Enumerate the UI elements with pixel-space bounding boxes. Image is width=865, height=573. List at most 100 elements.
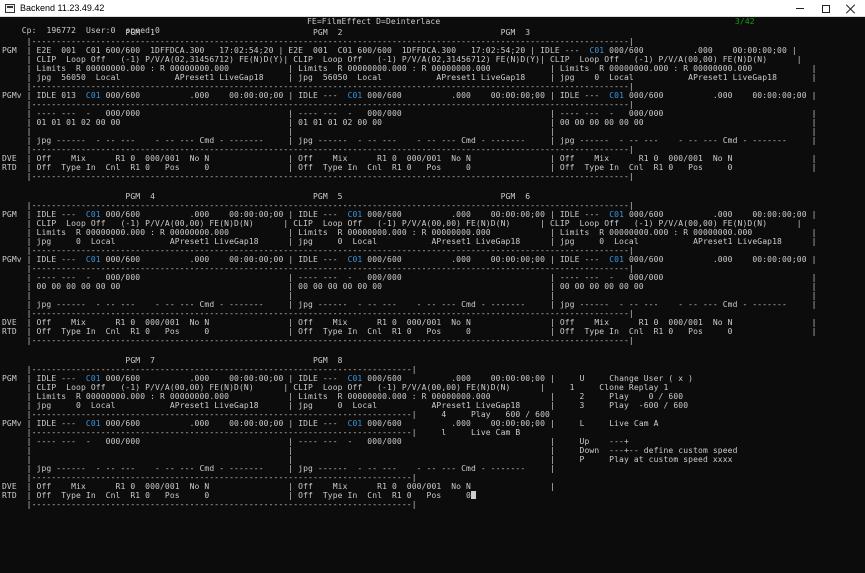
window-title: Backend 11.23.49.42 [20,3,105,13]
line-text: 000/600 .000 00:00:00;00 | [624,255,817,264]
console-line: DVE | Off Mix R1 0 000/001 No N | Off Mi… [2,154,817,163]
console-output[interactable]: Cp: 196772 User:0 speed:0 FE=FilmEffect … [0,17,865,573]
line-text: 000/600 .000 00:00:00;00 | IDLE --- [100,255,348,264]
console-line: | | | | [2,291,817,300]
line-text: |---------------------------------------… [2,145,634,154]
line-text: |---------------------------------------… [2,37,634,46]
selected-clip-label: C01 [85,374,101,383]
line-text: |---------------------------------------… [2,201,634,210]
pgm-header-line: PGM 4 PGM 5 PGM 6 [2,192,530,201]
line-text: |---------------------------------------… [2,264,634,273]
console-line: | ---- --- - 000/000 | ---- --- - 000/00… [2,273,817,282]
line-text: | ---- --- - 000/000 | ---- --- - 000/00… [2,437,629,446]
line-text: 000/600 .000 00:00:00;00 | IDLE --- [100,419,348,428]
line-text: |---------------------------------------… [2,82,634,91]
line-text: | CLIP Loop Off (-1) P/V/A(00,00) FE(N)D… [2,383,669,392]
line-text: RTD | Off Type In Cnl R1 0 Pos 0 | Off T… [2,327,817,336]
console-line: PGMv | IDLE --- C01 000/600 .000 00:00:0… [2,419,659,428]
line-text: 000/600 .000 00:00:00;00 | U Change User… [362,374,694,383]
selected-clip-label: C01 [609,255,625,264]
console-line: | jpg ------ - -- --- - -- --- Cmd - ---… [2,464,555,473]
console-line: | CLIP Loop Off (-1) P/V/A(00,00) FE(N)D… [2,383,669,392]
maximize-button[interactable] [812,0,840,17]
separator-line: |---------------------------------------… [2,246,634,255]
console-line: DVE | Off Mix R1 0 000/001 No N | Off Mi… [2,482,555,491]
separator-line: |---------------------------------------… [2,500,417,509]
selected-clip-label: C01 [347,374,363,383]
line-text: 000/600 .000 00:00:00;00 | L Live Cam A [362,419,659,428]
selected-clip-label: C01 [85,419,101,428]
line-text: | jpg ------ - -- --- - -- --- Cmd - ---… [2,464,555,473]
line-text: |---------------------------------------… [2,428,521,437]
line-text: |---------------------------------------… [2,172,634,181]
console-line: | CLIP Loop Off (-1) P/V/A(02,31456712) … [2,55,802,64]
selected-clip-label: C01 [85,255,101,264]
separator-line: |---------------------------------------… [2,365,417,374]
console-line: PGM | IDLE --- C01 000/600 .000 00:00:00… [2,210,817,219]
page-counter: 3/42 [735,17,755,26]
line-text: | ---- --- - 000/000 | ---- --- - 000/00… [2,273,817,282]
console-line: RTD | Off Type In Cnl R1 0 Pos 0 | Off T… [2,327,817,336]
line-text: RTD | Off Type In Cnl R1 0 Pos 0 | Off T… [2,163,817,172]
line-text: 000/600 .000 00:00:00;00 | IDLE --- [100,91,348,100]
selected-clip-label: C01 [589,46,605,55]
console-line: | jpg 0 Local APreset1 LiveGap18 | jpg 0… [2,237,817,246]
console-line: PGMv | IDLE --- C01 000/600 .000 00:00:0… [2,255,817,264]
line-text: | jpg 56050 Local APreset1 LiveGap18 | j… [2,73,817,82]
text-cursor [470,491,476,499]
line-text: PGM | E2E 001 C01 600/600 1DFFDCA.300 17… [2,46,590,55]
line-text: 000/600 .000 00:00:00;00 | IDLE --- [362,255,610,264]
separator-line: |---------------------------------------… [2,428,521,437]
line-text: DVE | Off Mix R1 0 000/001 No N | Off Mi… [2,318,817,327]
separator-line: |---------------------------------------… [2,37,634,46]
line-text: |---------------------------------------… [2,336,634,345]
line-text: 000/600 .000 00:00:00;00 | IDLE --- [100,374,348,383]
separator-line: |---------------------------------------… [2,336,634,345]
console-line: RTD | Off Type In Cnl R1 0 Pos 0 | Off T… [2,491,476,500]
line-text: PGM 1 PGM 2 PGM 3 [2,28,531,37]
line-text: PGM 4 PGM 5 PGM 6 [2,192,531,201]
line-text: PGM | IDLE --- [2,210,86,219]
line-text: |---------------------------------------… [2,410,550,419]
line-text: | 00 00 00 00 00 00 | 00 00 00 00 00 00 … [2,282,817,291]
line-text: 000/600 .000 00:00:00;00 | IDLE --- [362,210,610,219]
pgm-header-line: PGM 7 PGM 8 [2,356,343,365]
line-text: PGMv | IDLE --- [2,255,86,264]
line-text: |---------------------------------------… [2,100,634,109]
console-line: | jpg 0 Local APreset1 LiveGap18 | jpg 0… [2,401,688,410]
line-text: 000/600 .000 00:00:00;00 | IDLE --- [100,210,348,219]
close-button[interactable] [837,0,865,17]
minimize-button[interactable] [786,0,814,17]
selected-clip-label: C01 [85,91,101,100]
separator-line: |---------------------------------------… [2,309,634,318]
close-icon [846,4,856,14]
line-text: | jpg 0 Local APreset1 LiveGap18 | jpg 0… [2,401,689,410]
line-text: | | | | [2,291,817,300]
console-line: RTD | Off Type In Cnl R1 0 Pos 0 | Off T… [2,163,817,172]
line-text: PGM | IDLE --- [2,374,86,383]
console-line: | CLIP Loop Off (-1) P/V/A(00,00) FE(N)D… [2,219,802,228]
line-text: 000/600 .000 00:00:00;00 | [624,210,817,219]
line-text: |---------------------------------------… [2,246,634,255]
selected-clip-label: C01 [347,419,363,428]
legend-line: FE=FilmEffect D=Deinterlace [307,17,441,26]
line-text: PGMv | IDLE --- [2,419,86,428]
line-text: | CLIP Loop Off (-1) P/V/A(02,31456712) … [2,55,802,64]
console-line: | ---- --- - 000/000 | ---- --- - 000/00… [2,109,817,118]
console-line: PGM | IDLE --- C01 000/600 .000 00:00:00… [2,374,693,383]
separator-line: |---------------------------------------… [2,201,634,210]
window-titlebar[interactable]: Backend 11.23.49.42 [0,0,865,17]
line-text: |---------------------------------------… [2,473,417,482]
line-text: |---------------------------------------… [2,309,634,318]
separator-line: |---------------------------------------… [2,145,634,154]
separator-line: |---------------------------------------… [2,172,634,181]
console-line: | Limits R 00000000.000 : R 00000000.000… [2,392,683,401]
maximize-icon [822,4,830,13]
line-text: PGMv | IDLE 013 [2,91,86,100]
console-line: | 01 01 01 02 00 00 | 01 01 01 02 00 00 … [2,118,817,127]
line-text: | | | Down ---+-- define custom speed [2,446,738,455]
line-text: | jpg ------ - -- --- - -- --- Cmd - ---… [2,136,817,145]
separator-line: |---------------------------------------… [2,264,634,273]
line-text: | | | P Play at custom speed xxxx [2,455,733,464]
line-text: DVE | Off Mix R1 0 000/001 No N | Off Mi… [2,482,555,491]
